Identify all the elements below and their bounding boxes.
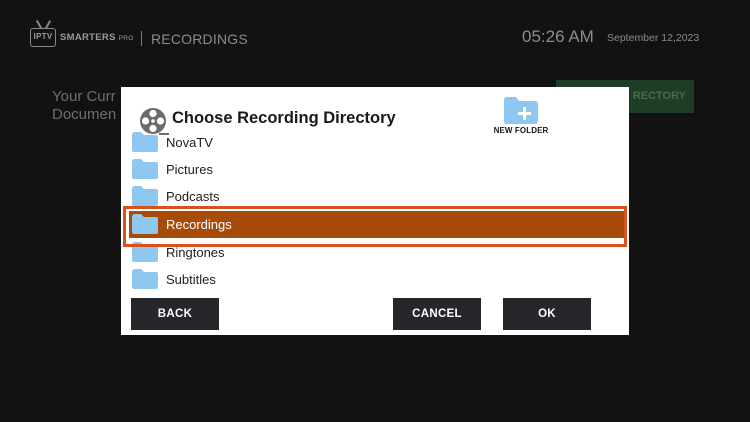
cancel-button[interactable]: CANCEL <box>393 298 481 330</box>
list-item-label: Ringtones <box>166 245 225 260</box>
clock-time: 05:26 AM <box>522 27 594 46</box>
logo-brand: SMARTERS PRO <box>60 32 134 43</box>
page-title: RECORDINGS <box>151 31 248 47</box>
folder-icon <box>132 159 158 179</box>
folder-plus-icon <box>504 97 538 124</box>
logo-brand-text: SMARTERS <box>60 32 116 43</box>
list-item-label: NovaTV <box>166 135 213 150</box>
folder-icon <box>132 269 158 289</box>
folder-icon <box>132 186 158 206</box>
logo-tv-text: IPTV <box>33 32 53 41</box>
back-button[interactable]: BACK <box>131 298 219 330</box>
current-directory-line2: Documen <box>52 106 117 123</box>
current-directory-line1: Your Curr <box>52 88 116 105</box>
logo-pro-text: PRO <box>118 35 134 42</box>
focus-highlight <box>123 206 627 247</box>
list-item-novatv[interactable]: NovaTV <box>129 129 625 156</box>
current-directory-info: Your Curr Documen <box>52 88 116 124</box>
tv-icon: IPTV <box>30 28 56 47</box>
list-item-label: Pictures <box>166 162 213 177</box>
app-logo: IPTV SMARTERS PRO <box>30 24 140 54</box>
clock-date: September 12,2023 <box>607 32 700 44</box>
list-item-label: Subtitles <box>166 272 216 287</box>
header-divider <box>141 31 142 46</box>
dialog-title: Choose Recording Directory <box>172 109 396 127</box>
ok-button[interactable]: OK <box>503 298 591 330</box>
list-item-subtitles[interactable]: Subtitles <box>129 266 625 293</box>
list-item-pictures[interactable]: Pictures <box>129 156 625 183</box>
list-item-label: Podcasts <box>166 189 220 204</box>
folder-icon <box>132 132 158 152</box>
